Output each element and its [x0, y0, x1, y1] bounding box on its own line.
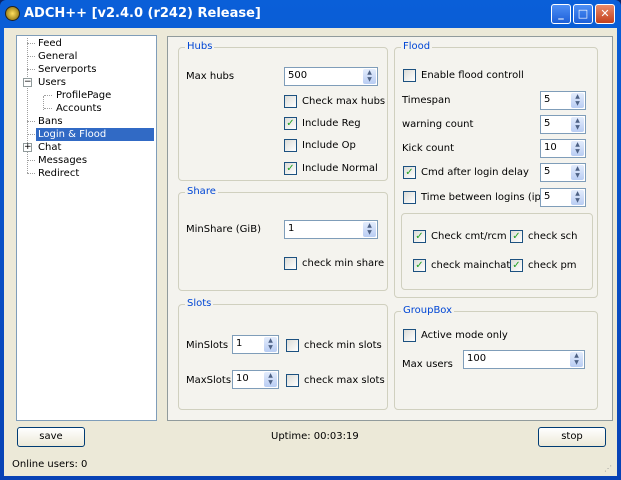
minshare-label: MinShare (GiB) [186, 224, 261, 235]
include-op-checkbox[interactable]: Include Op [284, 139, 356, 152]
max-users-label: Max users [402, 359, 453, 370]
tree-item-chat[interactable]: Chat [36, 141, 63, 154]
warning-count-spinbox[interactable]: 5 ▲ ▼ [540, 115, 586, 134]
hubs-group: Hubs Max hubs 500 ▲ ▼ Check max hubs ✓ Incl… [178, 41, 388, 181]
status-bar-text: Online users: 0 [12, 459, 88, 470]
maxslots-label: MaxSlots [186, 375, 232, 386]
check-max-slots-checkbox[interactable]: check max slots [286, 374, 385, 387]
spin-arrows-icon[interactable]: ▲ ▼ [264, 337, 277, 352]
spin-arrows-icon[interactable]: ▲ ▼ [571, 165, 584, 180]
app-icon [5, 6, 20, 21]
max-users-spinbox[interactable]: 100 ▲ ▼ [463, 350, 585, 369]
tree-item-serverports[interactable]: Serverports [36, 63, 99, 76]
check-min-share-checkbox[interactable]: check min share [284, 257, 384, 270]
settings-tree[interactable]: − + Feed General Serverports Users Profi… [16, 35, 157, 421]
spin-arrows-icon[interactable]: ▲ ▼ [571, 117, 584, 132]
check-min-slots-checkbox[interactable]: check min slots [286, 339, 382, 352]
check-max-hubs-checkbox[interactable]: Check max hubs [284, 95, 385, 108]
time-between-spinbox[interactable]: 5 ▲ ▼ [540, 188, 586, 207]
groupbox-title: GroupBox [401, 305, 455, 316]
maxslots-spinbox[interactable]: 10 ▲ ▼ [232, 370, 279, 389]
spin-arrows-icon[interactable]: ▲ ▼ [571, 141, 584, 156]
hubs-title: Hubs [185, 41, 215, 52]
groupbox-group: GroupBox Active mode only Max users 100 ▲… [394, 305, 598, 410]
tree-item-profilepage[interactable]: ProfilePage [54, 89, 113, 102]
share-title: Share [185, 186, 218, 197]
minimize-button[interactable]: _ [551, 4, 571, 24]
include-normal-checkbox[interactable]: ✓ Include Normal [284, 162, 378, 175]
time-between-logins-checkbox[interactable]: Time between logins (ip) [403, 191, 545, 204]
slots-title: Slots [185, 298, 214, 309]
timespan-label: Timespan [402, 95, 451, 106]
spin-arrows-icon[interactable]: ▲ ▼ [363, 69, 376, 84]
spin-arrows-icon[interactable]: ▲ ▼ [571, 93, 584, 108]
expand-icon[interactable]: + [23, 143, 32, 152]
settings-panel: Hubs Max hubs 500 ▲ ▼ Check max hubs ✓ Incl… [167, 36, 613, 421]
close-button[interactable]: ✕ [595, 4, 615, 24]
flood-title: Flood [401, 41, 433, 52]
kick-count-label: Kick count [402, 143, 455, 154]
tree-item-users[interactable]: Users [36, 76, 68, 89]
active-mode-only-checkbox[interactable]: Active mode only [403, 329, 508, 342]
enable-flood-checkbox[interactable]: Enable flood controll [403, 69, 524, 82]
spin-arrows-icon[interactable]: ▲ ▼ [363, 222, 376, 237]
cmd-after-login-delay-checkbox[interactable]: ✓ Cmd after login delay [403, 166, 529, 179]
spin-arrows-icon[interactable]: ▲ ▼ [570, 352, 583, 367]
kick-count-spinbox[interactable]: 10 ▲ ▼ [540, 139, 586, 158]
app-window: ADCH++ [v2.4.0 (r242) Release] _ □ ✕ − +… [0, 0, 621, 480]
title-bar[interactable]: ADCH++ [v2.4.0 (r242) Release] _ □ ✕ [0, 0, 621, 28]
max-hubs-label: Max hubs [186, 71, 235, 82]
tree-item-accounts[interactable]: Accounts [54, 102, 104, 115]
minslots-label: MinSlots [186, 340, 229, 351]
collapse-icon[interactable]: − [23, 78, 32, 87]
share-group: Share MinShare (GiB) 1 ▲ ▼ check min share [178, 186, 388, 291]
spin-arrows-icon[interactable]: ▲ ▼ [571, 190, 584, 205]
tree-item-messages[interactable]: Messages [36, 154, 89, 167]
check-sch-checkbox[interactable]: ✓ check sch [510, 230, 578, 243]
resize-grip-icon[interactable]: ⋰ [604, 464, 612, 473]
window-title: ADCH++ [v2.4.0 (r242) Release] [24, 6, 261, 21]
spin-arrows-icon[interactable]: ▲ ▼ [264, 372, 277, 387]
tree-item-login-flood[interactable]: Login & Flood [36, 128, 154, 141]
flood-checks-group: ✓ Check cmt/rcm ✓ check sch ✓ check maincha… [401, 213, 593, 290]
stop-button[interactable]: stop [538, 427, 606, 447]
max-hubs-spinbox[interactable]: 500 ▲ ▼ [284, 67, 378, 86]
tree-item-redirect[interactable]: Redirect [36, 167, 81, 180]
maximize-button[interactable]: □ [573, 4, 593, 24]
cmd-delay-spinbox[interactable]: 5 ▲ ▼ [540, 163, 586, 182]
timespan-spinbox[interactable]: 5 ▲ ▼ [540, 91, 586, 110]
check-cmt-rcm-checkbox[interactable]: ✓ Check cmt/rcm [413, 230, 507, 243]
check-mainchat-checkbox[interactable]: ✓ check mainchat [413, 259, 510, 272]
check-pm-checkbox[interactable]: ✓ check pm [510, 259, 577, 272]
flood-group: Flood Enable flood controll Timespan 5 ▲ ▼… [394, 41, 598, 298]
client-area: − + Feed General Serverports Users Profi… [4, 28, 617, 476]
slots-group: Slots MinSlots 1 ▲ ▼ check min slots MaxSl… [178, 298, 388, 410]
include-reg-checkbox[interactable]: ✓ Include Reg [284, 117, 361, 130]
minslots-spinbox[interactable]: 1 ▲ ▼ [232, 335, 279, 354]
tree-item-general[interactable]: General [36, 50, 79, 63]
uptime-text: Uptime: 00:03:19 [271, 431, 359, 442]
warning-count-label: warning count [402, 119, 474, 130]
tree-item-bans[interactable]: Bans [36, 115, 65, 128]
save-button[interactable]: save [17, 427, 85, 447]
tree-item-feed[interactable]: Feed [36, 37, 64, 50]
minshare-spinbox[interactable]: 1 ▲ ▼ [284, 220, 378, 239]
